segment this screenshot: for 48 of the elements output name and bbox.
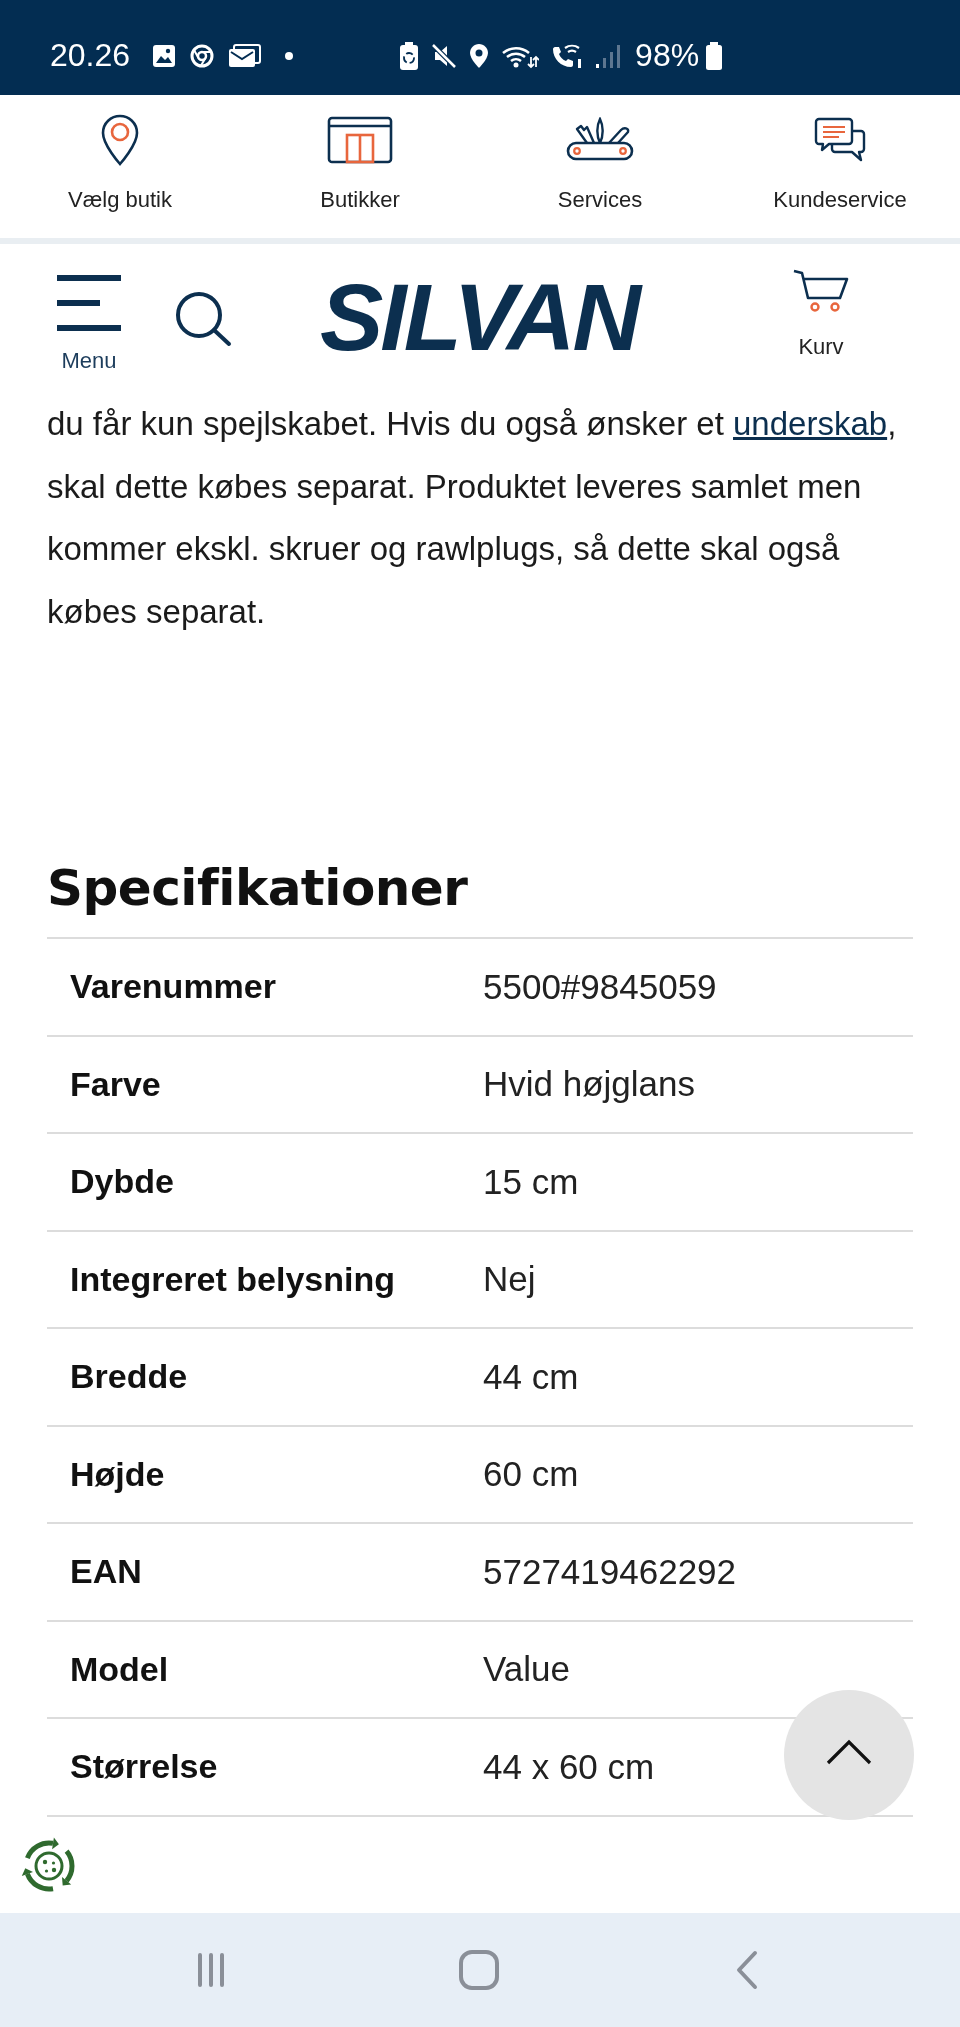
text-link[interactable]: underskab <box>733 405 888 442</box>
spec-value: 44 x 60 cm <box>483 1746 655 1787</box>
spec-value: 5500#9845059 <box>483 966 717 1007</box>
ring-icon <box>190 43 215 68</box>
spec-label: Størrelse <box>70 1747 218 1787</box>
notification-dot-icon <box>285 51 294 60</box>
recent-apps-icon[interactable] <box>196 1952 226 1988</box>
spec-label: Højde <box>70 1454 165 1494</box>
spec-label: Integreret belysning <box>70 1259 395 1299</box>
spec-label: Bredde <box>70 1357 188 1397</box>
nav-link[interactable]: Vælg butik <box>0 95 240 238</box>
battery-recycle-icon <box>399 41 420 70</box>
nav-link[interactable]: Services <box>480 95 720 238</box>
multi-tool-icon <box>565 117 635 163</box>
chevron-up-icon <box>826 1739 872 1765</box>
description-paragraph: du får kun spejlskabet. Hvis du også ønsker et underskab, skal dette købes separat. Produktet leveres samlet men kommer ekskl. skruer og rawlplugs, så dette skal også købes separat. <box>46 404 898 632</box>
spec-label: Dybde <box>70 1162 174 1202</box>
home-icon[interactable] <box>459 1950 499 1990</box>
spec-value: Hvid højglans <box>483 1064 696 1105</box>
search-icon[interactable] <box>174 290 232 348</box>
mail-icon <box>228 43 262 68</box>
spec-label: Farve <box>70 1064 161 1104</box>
nav-link[interactable]: Butikker <box>240 95 480 238</box>
spec-label: Varenummer <box>70 967 276 1007</box>
spec-label: EAN <box>70 1552 142 1592</box>
back-icon[interactable] <box>735 1950 759 1990</box>
nav-link[interactable]: Kundeservice <box>720 95 960 238</box>
cart-button[interactable]: Kurv <box>792 268 850 360</box>
battery-icon <box>705 41 724 70</box>
store-icon <box>327 116 393 164</box>
image-icon <box>152 43 177 68</box>
battery-percentage: 98% <box>635 37 700 74</box>
cart-icon <box>792 268 850 314</box>
map-pin-icon <box>101 114 139 166</box>
menu-icon <box>56 274 122 332</box>
spec-value: 44 cm <box>483 1356 579 1397</box>
menu-button[interactable]: Menu <box>56 274 122 374</box>
section-heading: Specifikationer <box>47 858 469 919</box>
location-pin-icon <box>469 42 490 69</box>
spec-value: 5727419462292 <box>483 1551 737 1592</box>
spec-value: 60 cm <box>483 1454 579 1495</box>
spec-value: 15 cm <box>483 1161 579 1202</box>
spec-value: Value <box>483 1649 570 1690</box>
chat-bubbles-icon <box>814 117 866 163</box>
spec-label: Model <box>70 1649 169 1689</box>
status-time: 20.26 <box>50 37 131 74</box>
spec-value: Nej <box>483 1259 536 1300</box>
mute-icon <box>431 42 458 69</box>
